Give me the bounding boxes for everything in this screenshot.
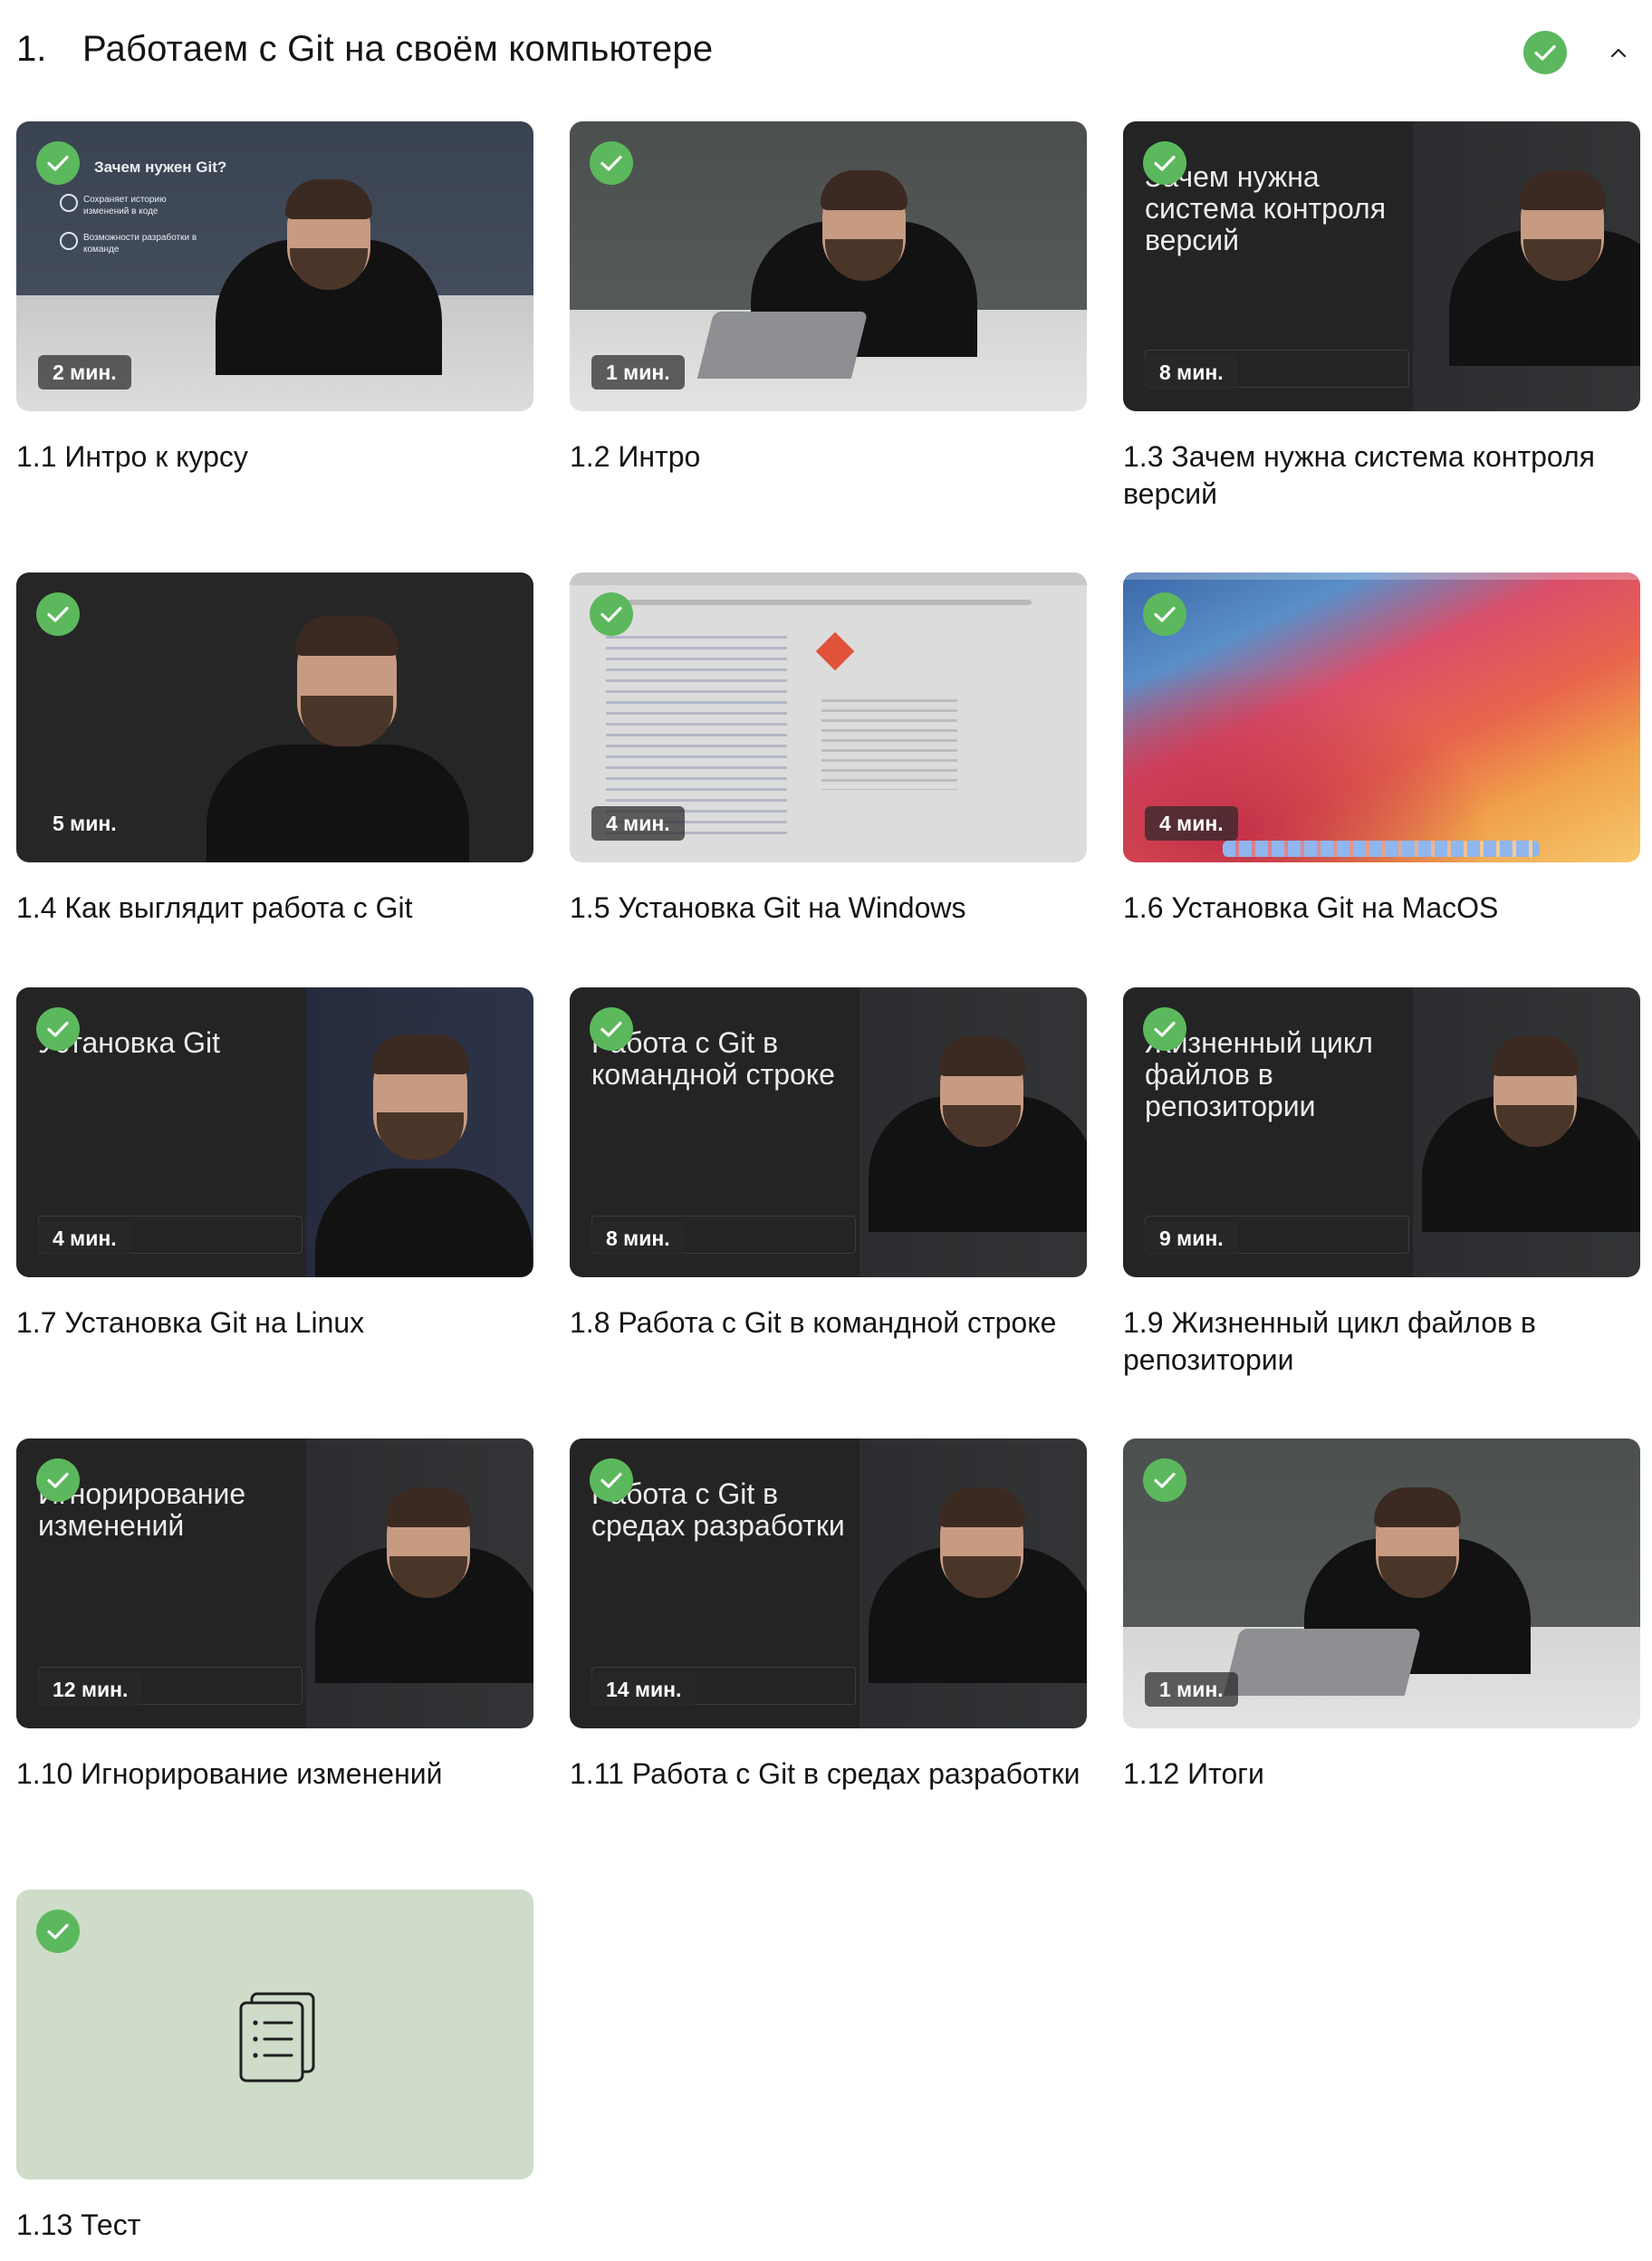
browser-toolbar xyxy=(570,572,1087,585)
lesson-title[interactable]: 1.4 Как выглядит работа с Git xyxy=(16,890,533,927)
laptop-image xyxy=(1223,1629,1422,1696)
module-number: 1. xyxy=(16,29,47,69)
lesson-card[interactable]: Установка Git 4 мин. 1.7 Установка Git н… xyxy=(16,987,533,1339)
dock xyxy=(1223,841,1540,857)
completed-check-icon xyxy=(590,141,633,185)
module-header[interactable]: 1. Работаем с Git на своём компьютере xyxy=(0,0,1652,109)
completed-check-icon xyxy=(36,592,80,636)
completed-check-icon xyxy=(36,1458,80,1502)
module-completed-check-icon xyxy=(1523,31,1567,74)
lesson-card[interactable]: 1 мин. 1.2 Интро xyxy=(570,121,1087,473)
duration-badge: 12 мин. xyxy=(38,1672,143,1707)
presenter-image xyxy=(315,1466,533,1728)
presenter-image xyxy=(1449,149,1640,411)
duration-badge: 9 мин. xyxy=(1145,1221,1238,1256)
lesson-thumbnail[interactable]: Зачем нужен Git? Сохраняет историю измен… xyxy=(16,121,533,411)
lesson-thumbnail[interactable]: Установка Git 4 мин. xyxy=(16,987,533,1277)
presenter-image xyxy=(216,149,442,411)
lesson-thumbnail[interactable]: Жизненный цикл файлов в репозитории 9 ми… xyxy=(1123,987,1640,1277)
lesson-thumbnail[interactable] xyxy=(16,1890,533,2179)
duration-badge: 2 мин. xyxy=(38,355,131,390)
lesson-title[interactable]: 1.9 Жизненный цикл файлов в репозитории xyxy=(1123,1304,1640,1379)
lesson-card[interactable]: 1.13 Тест xyxy=(16,1890,533,2241)
search-results xyxy=(606,636,787,835)
lesson-thumbnail[interactable]: 4 мин. xyxy=(570,572,1087,862)
completed-check-icon xyxy=(1143,592,1186,636)
document-list-icon xyxy=(237,1992,319,2087)
lesson-title[interactable]: 1.13 Тест xyxy=(16,2207,533,2244)
presenter-image xyxy=(206,600,469,862)
duration-badge: 8 мин. xyxy=(591,1221,685,1256)
presenter-image xyxy=(315,1015,533,1277)
completed-check-icon xyxy=(1143,141,1186,185)
lesson-thumbnail[interactable]: Работа с Git в средах разработки 14 мин. xyxy=(570,1438,1087,1728)
duration-badge: 4 мин. xyxy=(38,1221,131,1256)
presenter-image xyxy=(1422,1015,1640,1277)
completed-check-icon xyxy=(36,141,80,185)
lesson-title[interactable]: 1.6 Установка Git на MacOS xyxy=(1123,890,1640,927)
lesson-card[interactable]: Зачем нужен Git? Сохраняет историю измен… xyxy=(16,121,533,473)
presenter-image xyxy=(869,1015,1087,1277)
laptop-image xyxy=(696,312,869,379)
bullet-arrow-icon xyxy=(60,232,78,250)
lesson-title[interactable]: 1.12 Итоги xyxy=(1123,1756,1640,1793)
bullet-arrow-icon xyxy=(60,194,78,212)
lesson-thumbnail[interactable]: Работа с Git в командной строке 8 мин. xyxy=(570,987,1087,1277)
lesson-card[interactable]: 1 мин. 1.12 Итоги xyxy=(1123,1438,1640,1790)
search-bar xyxy=(606,600,1032,605)
lesson-card[interactable]: Игнорирование изменений 12 мин. 1.10 Игн… xyxy=(16,1438,533,1790)
duration-badge: 8 мин. xyxy=(1145,355,1238,390)
completed-check-icon xyxy=(590,1007,633,1051)
lesson-thumbnail[interactable]: 5 мин. xyxy=(16,572,533,862)
lesson-thumbnail[interactable]: 1 мин. xyxy=(570,121,1087,411)
lesson-title[interactable]: 1.1 Интро к курсу xyxy=(16,438,533,476)
completed-check-icon xyxy=(36,1007,80,1051)
lesson-card[interactable]: Работа с Git в средах разработки 14 мин.… xyxy=(570,1438,1087,1790)
menu-bar xyxy=(1123,572,1640,580)
lesson-title[interactable]: 1.8 Работа с Git в командной строке xyxy=(570,1304,1087,1342)
lesson-title[interactable]: 1.2 Интро xyxy=(570,438,1087,476)
knowledge-panel xyxy=(821,699,957,790)
completed-check-icon xyxy=(36,1910,80,1953)
completed-check-icon xyxy=(1143,1007,1186,1051)
slide-bullet: Возможности разработки в команде xyxy=(83,233,197,255)
duration-badge: 1 мин. xyxy=(1145,1672,1238,1707)
completed-check-icon xyxy=(1143,1458,1186,1502)
lesson-card[interactable]: Жизненный цикл файлов в репозитории 9 ми… xyxy=(1123,987,1640,1376)
lesson-card[interactable]: Работа с Git в командной строке 8 мин. 1… xyxy=(570,987,1087,1339)
lesson-title[interactable]: 1.5 Установка Git на Windows xyxy=(570,890,1087,927)
completed-check-icon xyxy=(590,1458,633,1502)
lesson-thumbnail[interactable]: Игнорирование изменений 12 мин. xyxy=(16,1438,533,1728)
lesson-thumbnail[interactable]: Зачем нужна система контроля версий 8 ми… xyxy=(1123,121,1640,411)
presenter-image xyxy=(869,1466,1087,1728)
module-title: Работаем с Git на своём компьютере xyxy=(82,29,714,69)
lesson-title[interactable]: 1.10 Игнорирование изменений xyxy=(16,1756,533,1793)
lesson-card[interactable]: 5 мин. 1.4 Как выглядит работа с Git xyxy=(16,572,533,924)
duration-badge: 4 мин. xyxy=(591,806,685,841)
duration-badge: 14 мин. xyxy=(591,1672,696,1707)
slide-bullet: Сохраняет историю изменений в коде xyxy=(83,195,167,216)
lesson-title[interactable]: 1.3 Зачем нужна система контроля версий xyxy=(1123,438,1640,513)
slide-title: Зачем нужен Git? xyxy=(94,159,227,176)
lesson-card[interactable]: 4 мин. 1.5 Установка Git на Windows xyxy=(570,572,1087,924)
lesson-title[interactable]: 1.11 Работа с Git в средах разработки xyxy=(570,1756,1087,1793)
duration-badge: 5 мин. xyxy=(38,806,131,841)
duration-badge: 4 мин. xyxy=(1145,806,1238,841)
lesson-card[interactable]: Зачем нужна система контроля версий 8 ми… xyxy=(1123,121,1640,510)
lesson-thumbnail[interactable]: 4 мин. xyxy=(1123,572,1640,862)
lesson-thumbnail[interactable]: 1 мин. xyxy=(1123,1438,1640,1728)
completed-check-icon xyxy=(590,592,633,636)
lesson-card[interactable]: 4 мин. 1.6 Установка Git на MacOS xyxy=(1123,572,1640,924)
duration-badge: 1 мин. xyxy=(591,355,685,390)
collapse-chevron-up-icon[interactable] xyxy=(1605,40,1632,67)
git-logo-icon xyxy=(815,631,855,671)
lesson-title[interactable]: 1.7 Установка Git на Linux xyxy=(16,1304,533,1342)
